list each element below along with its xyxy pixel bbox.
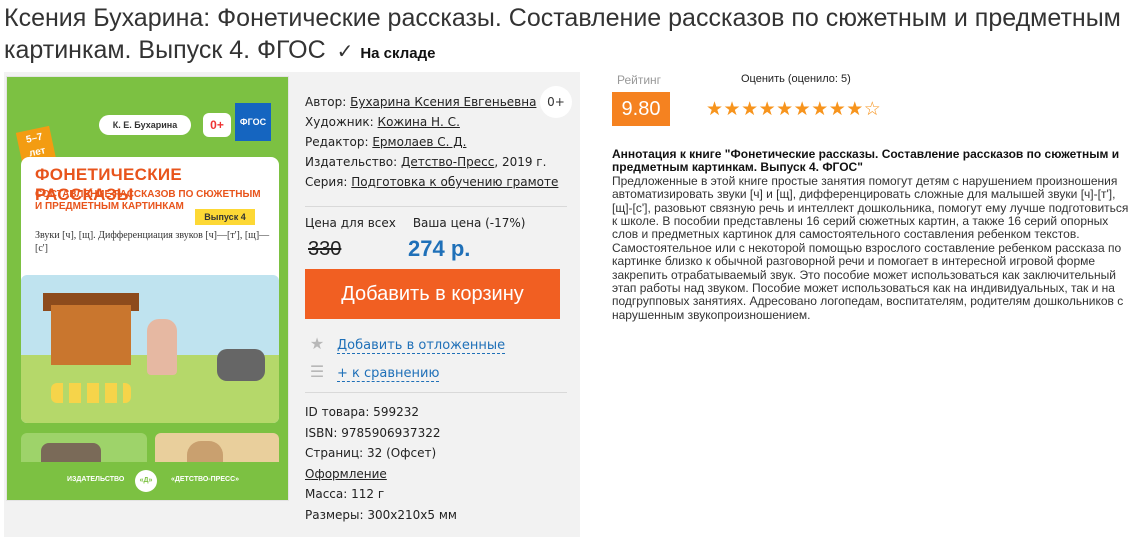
cover-publisher-strip: ИЗДАТЕЛЬСТВО «Д» «ДЕТСТВО-ПРЕСС» <box>7 462 288 500</box>
spec-pages: Страниц: 32 (Офсет) <box>305 446 437 460</box>
old-price: 330 <box>308 238 342 260</box>
book-cover[interactable]: 5–7 лет К. Е. Бухарина 0+ ФГОС ФОНЕТИЧЕС… <box>6 76 289 501</box>
chicks <box>51 383 131 403</box>
divider <box>305 392 567 393</box>
list-icon: ☰ <box>309 362 325 381</box>
artist-link[interactable]: Кожина Н. С. <box>378 115 460 129</box>
editor-row: Редактор: Ермолаев С. Д. <box>305 132 565 152</box>
cover-illustration-farm <box>21 275 279 423</box>
annotation: Аннотация к книге "Фонетические рассказы… <box>612 147 1132 322</box>
annotation-text: Предложенные в этой книге простые заняти… <box>612 173 1129 322</box>
goat <box>217 349 265 381</box>
editor-link[interactable]: Ермолаев С. Д. <box>372 135 466 149</box>
book-specs: ID товара: 599232 ISBN: 9785906937322 Ст… <box>305 402 565 525</box>
price-labels: Цена для всех Ваша цена (-17%) <box>305 216 526 230</box>
author-row: Автор: Бухарина Ксения Евгеньевна <box>305 92 565 112</box>
stock-status: На складе <box>360 45 436 62</box>
age-rating-badge: 0+ <box>540 86 572 118</box>
spec-size: Размеры: 300x210x5 мм <box>305 507 457 522</box>
spec-mass: Масса: 112 г <box>305 487 385 501</box>
publisher-link[interactable]: Детство-Пресс <box>401 155 494 169</box>
series-link[interactable]: Подготовка к обучению грамоте <box>351 175 558 189</box>
compare-label[interactable]: + к сравнению <box>337 366 440 382</box>
farm-person <box>147 319 177 375</box>
cover-sounds: Звуки [ч], [щ]. Дифференциация звуков [ч… <box>35 230 270 254</box>
divider <box>305 206 567 207</box>
new-price: 274 р. <box>408 236 471 261</box>
rating-stars[interactable]: ★★★★★★★★★☆ <box>706 98 881 121</box>
title-text: Ксения Бухарина: Фонетические рассказы. … <box>4 4 1121 64</box>
cover-age-badge: 0+ <box>203 113 231 137</box>
rating-value: 9.80 <box>612 92 670 126</box>
cover-issue: Выпуск 4 <box>195 209 255 225</box>
cover-author: К. Е. Бухарина <box>99 115 191 135</box>
wishlist-label[interactable]: Добавить в отложенные <box>337 338 506 354</box>
series-row: Серия: Подготовка к обучению грамоте <box>305 172 565 192</box>
publisher-row: Издательство: Детство-Пресс, 2019 г. <box>305 152 565 172</box>
cover-publisher-left: ИЗДАТЕЛЬСТВО <box>67 476 125 483</box>
price-all-label: Цена для всех <box>305 216 396 230</box>
spec-isbn: ISBN: 9785906937322 <box>305 425 441 440</box>
price-your-label: Ваша цена (-17%) <box>412 216 526 230</box>
add-to-compare[interactable]: ☰ + к сравнению <box>307 362 440 382</box>
add-to-wishlist[interactable]: ★ Добавить в отложенные <box>307 334 506 354</box>
annotation-title: Аннотация к книге "Фонетические рассказы… <box>612 147 1120 175</box>
author-label: Автор: <box>305 95 347 109</box>
spec-id: ID товара: 599232 <box>305 405 419 419</box>
check-icon: ✓ <box>336 41 354 63</box>
artist-row: Художник: Кожина Н. С. <box>305 112 565 132</box>
spec-design-link[interactable]: Оформление <box>305 467 387 481</box>
cover-fgos-badge: ФГОС <box>235 103 271 141</box>
star-icon: ★ <box>309 334 325 353</box>
page-title: Ксения Бухарина: Фонетические рассказы. … <box>4 2 1124 70</box>
author-link[interactable]: Бухарина Ксения Евгеньевна <box>350 95 536 109</box>
book-details: Автор: Бухарина Ксения Евгеньевна Художн… <box>305 92 565 192</box>
series-label: Серия: <box>305 175 348 189</box>
artist-label: Художник: <box>305 115 374 129</box>
barn <box>51 305 131 365</box>
publish-year: , 2019 г. <box>494 155 547 169</box>
publisher-logo-icon: «Д» <box>135 470 157 492</box>
cover-publisher-right: «ДЕТСТВО-ПРЕСС» <box>171 476 240 483</box>
rate-label: Оценить (оценило: 5) <box>741 73 851 85</box>
publisher-label: Издательство: <box>305 155 398 169</box>
add-to-cart-button[interactable]: Добавить в корзину <box>305 269 560 319</box>
rating-label: Рейтинг <box>617 73 662 87</box>
editor-label: Редактор: <box>305 135 369 149</box>
